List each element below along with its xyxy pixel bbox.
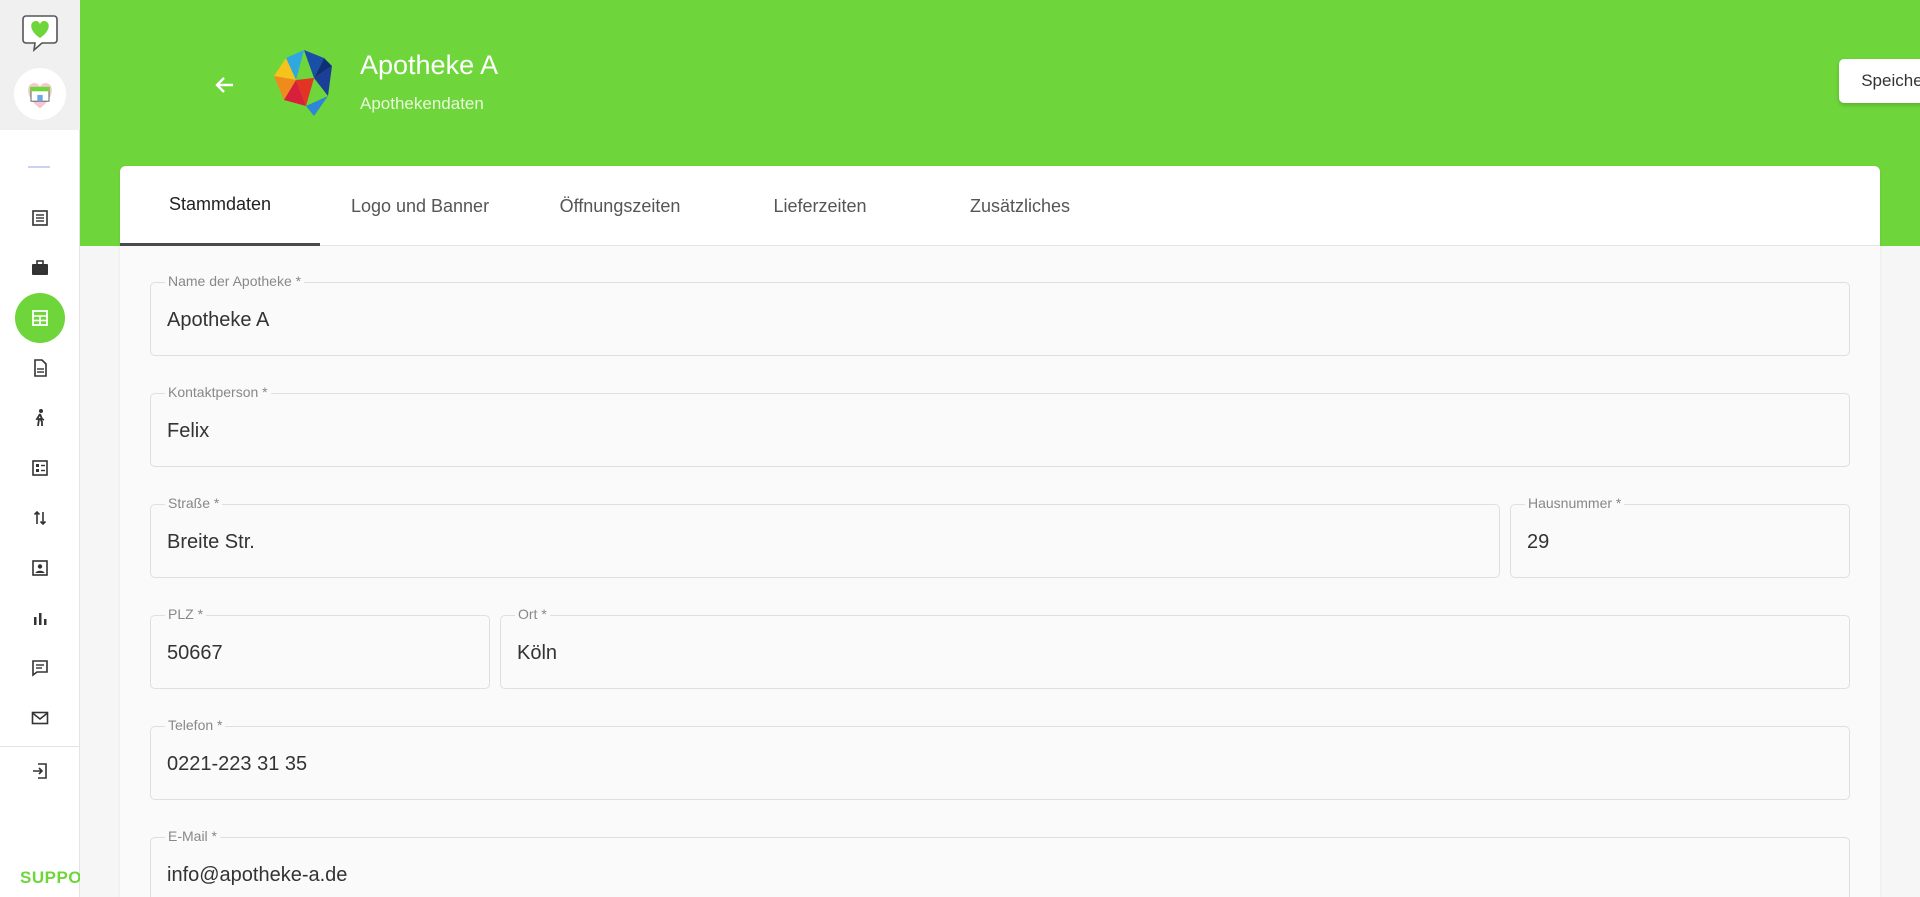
nav-store-icon[interactable] (15, 293, 65, 343)
contact-person-input[interactable] (167, 414, 1835, 448)
street-input[interactable] (167, 525, 1485, 559)
tab-oeffnungszeiten[interactable]: Öffnungszeiten (520, 166, 720, 246)
nav-checklist-icon[interactable] (15, 443, 65, 493)
city-input[interactable] (517, 636, 1835, 670)
email-field: E-Mail * (150, 828, 1850, 897)
phone-input[interactable] (167, 747, 1835, 781)
nav-briefcase-icon[interactable] (15, 243, 65, 293)
nav-bar-chart-icon[interactable] (15, 593, 65, 643)
tab-logo-und-banner[interactable]: Logo und Banner (320, 166, 520, 246)
pharmacy-avatar (266, 44, 342, 120)
sidebar: SUPPO (0, 0, 80, 897)
tab-stammdaten[interactable]: Stammdaten (120, 166, 320, 246)
housenumber-field-label: Hausnummer * (1525, 495, 1625, 511)
pharmacy-store-icon[interactable] (14, 68, 66, 120)
nav-swap-vertical-icon[interactable] (15, 493, 65, 543)
city-field-label: Ort * (515, 606, 550, 622)
tab-lieferzeiten[interactable]: Lieferzeiten (720, 166, 920, 246)
name-input[interactable] (167, 303, 1835, 337)
tab-zusaetzliches[interactable]: Zusätzliches (920, 166, 1120, 246)
sidebar-divider (28, 166, 50, 168)
street-field-label: Straße * (165, 495, 223, 511)
zip-input[interactable] (167, 636, 475, 670)
nav-document-icon[interactable] (15, 343, 65, 393)
page-subtitle: Apothekendaten (360, 94, 484, 113)
phone-field: Telefon * (150, 717, 1850, 800)
city-field: Ort * (500, 606, 1850, 689)
sidebar-brand-area (0, 0, 80, 130)
back-arrow-icon[interactable] (210, 70, 240, 100)
content-card: Stammdaten Logo und Banner Öffnungszeite… (120, 166, 1880, 897)
nav-mail-icon[interactable] (15, 693, 65, 743)
name-field: Name der Apotheke * (150, 273, 1850, 356)
page-title: Apotheke A (360, 50, 499, 80)
email-field-label: E-Mail * (165, 828, 221, 844)
phone-field-label: Telefon * (165, 717, 226, 733)
contact-person-field-label: Kontaktperson * (165, 384, 271, 400)
zip-field: PLZ * (150, 606, 490, 689)
nav-chat-icon[interactable] (15, 643, 65, 693)
nav-logout-icon[interactable] (15, 746, 65, 796)
contact-person-field: Kontaktperson * (150, 384, 1850, 467)
app-logo-icon[interactable] (20, 12, 60, 53)
zip-field-label: PLZ * (165, 606, 207, 622)
nav-contact-card-icon[interactable] (15, 543, 65, 593)
tab-bar: Stammdaten Logo und Banner Öffnungszeite… (120, 166, 1880, 246)
housenumber-field: Hausnummer * (1510, 495, 1850, 578)
support-link[interactable]: SUPPO (20, 868, 80, 888)
nav-walking-person-icon[interactable] (15, 393, 65, 443)
name-field-label: Name der Apotheke * (165, 273, 305, 289)
street-field: Straße * (150, 495, 1500, 578)
housenumber-input[interactable] (1527, 525, 1835, 559)
nav-list-icon[interactable] (15, 193, 65, 243)
save-button[interactable]: Speichern (1839, 59, 1920, 103)
email-input[interactable] (167, 858, 1835, 892)
